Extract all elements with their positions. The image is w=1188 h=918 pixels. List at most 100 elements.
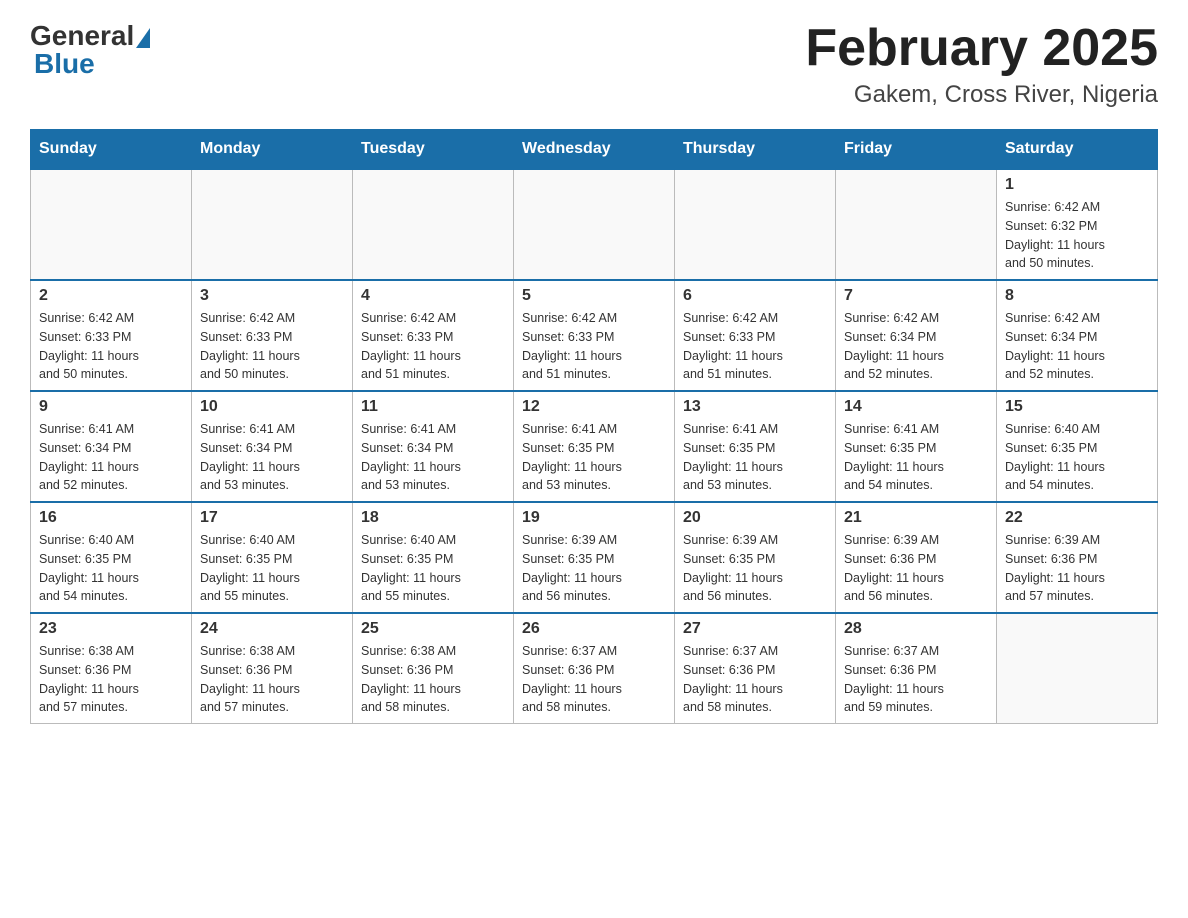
calendar-cell: [675, 169, 836, 280]
day-number: 14: [844, 398, 988, 416]
day-info: Sunrise: 6:38 AM Sunset: 6:36 PM Dayligh…: [39, 642, 183, 717]
calendar-cell: 27Sunrise: 6:37 AM Sunset: 6:36 PM Dayli…: [675, 613, 836, 724]
day-info: Sunrise: 6:39 AM Sunset: 6:35 PM Dayligh…: [683, 531, 827, 606]
weekday-header-tuesday: Tuesday: [353, 130, 514, 170]
day-info: Sunrise: 6:39 AM Sunset: 6:36 PM Dayligh…: [844, 531, 988, 606]
calendar-cell: 5 Sunrise: 6:42 AM Sunset: 6:33 PM Daylig…: [514, 280, 675, 391]
calendar-cell: 20 Sunrise: 6:39 AM Sunset: 6:35 PM Dayli…: [675, 502, 836, 613]
calendar-cell: 24 Sunrise: 6:38 AM Sunset: 6:36 PM Dayli…: [192, 613, 353, 724]
day-info: Sunrise: 6:37 AM Sunset: 6:36 PM Dayligh…: [522, 642, 666, 717]
day-info: Sunrise: 6:38 AM Sunset: 6:36 PM Dayligh…: [361, 642, 505, 717]
calendar-cell: [836, 169, 997, 280]
day-number: 10: [200, 398, 344, 416]
calendar-week-row: 9 Sunrise: 6:41 AM Sunset: 6:34 PM Daylig…: [31, 391, 1158, 502]
day-number: 21: [844, 509, 988, 527]
day-info: Sunrise: 6:37 AM Sunset: 6:36 PM Dayligh…: [844, 642, 988, 717]
calendar-week-row: 1 Sunrise: 6:42 AM Sunset: 6:32 PM Daylig…: [31, 169, 1158, 280]
calendar-cell: 13 Sunrise: 6:41 AM Sunset: 6:35 PM Dayli…: [675, 391, 836, 502]
day-info: Sunrise: 6:40 AM Sunset: 6:35 PM Dayligh…: [200, 531, 344, 606]
day-number: 7: [844, 287, 988, 305]
day-number: 9: [39, 398, 183, 416]
calendar-cell: 17 Sunrise: 6:40 AM Sunset: 6:35 PM Dayli…: [192, 502, 353, 613]
day-number: 2: [39, 287, 183, 305]
calendar-cell: 4Sunrise: 6:42 AM Sunset: 6:33 PM Daylig…: [353, 280, 514, 391]
weekday-header-wednesday: Wednesday: [514, 130, 675, 170]
calendar-cell: 19Sunrise: 6:39 AM Sunset: 6:35 PM Dayli…: [514, 502, 675, 613]
calendar-cell: 18 Sunrise: 6:40 AM Sunset: 6:35 PM Dayli…: [353, 502, 514, 613]
calendar-cell: 16 Sunrise: 6:40 AM Sunset: 6:35 PM Dayli…: [31, 502, 192, 613]
day-info: Sunrise: 6:42 AM Sunset: 6:33 PM Dayligh…: [522, 309, 666, 384]
calendar-cell: 23 Sunrise: 6:38 AM Sunset: 6:36 PM Dayli…: [31, 613, 192, 724]
calendar-cell: 6Sunrise: 6:42 AM Sunset: 6:33 PM Daylig…: [675, 280, 836, 391]
day-number: 4: [361, 287, 505, 305]
day-number: 11: [361, 398, 505, 416]
day-info: Sunrise: 6:41 AM Sunset: 6:34 PM Dayligh…: [39, 420, 183, 495]
day-number: 1: [1005, 176, 1149, 194]
weekday-header-monday: Monday: [192, 130, 353, 170]
day-number: 18: [361, 509, 505, 527]
day-info: Sunrise: 6:42 AM Sunset: 6:34 PM Dayligh…: [1005, 309, 1149, 384]
day-info: Sunrise: 6:42 AM Sunset: 6:32 PM Dayligh…: [1005, 198, 1149, 273]
calendar-cell: 10 Sunrise: 6:41 AM Sunset: 6:34 PM Dayli…: [192, 391, 353, 502]
day-info: Sunrise: 6:40 AM Sunset: 6:35 PM Dayligh…: [361, 531, 505, 606]
calendar-cell: 22 Sunrise: 6:39 AM Sunset: 6:36 PM Dayli…: [997, 502, 1158, 613]
day-info: Sunrise: 6:38 AM Sunset: 6:36 PM Dayligh…: [200, 642, 344, 717]
weekday-header-sunday: Sunday: [31, 130, 192, 170]
day-info: Sunrise: 6:41 AM Sunset: 6:35 PM Dayligh…: [522, 420, 666, 495]
day-info: Sunrise: 6:41 AM Sunset: 6:35 PM Dayligh…: [683, 420, 827, 495]
day-number: 16: [39, 509, 183, 527]
logo-triangle-icon: [136, 28, 150, 48]
day-info: Sunrise: 6:39 AM Sunset: 6:36 PM Dayligh…: [1005, 531, 1149, 606]
day-number: 27: [683, 620, 827, 638]
day-number: 22: [1005, 509, 1149, 527]
day-number: 17: [200, 509, 344, 527]
day-number: 5: [522, 287, 666, 305]
day-info: Sunrise: 6:40 AM Sunset: 6:35 PM Dayligh…: [39, 531, 183, 606]
calendar-cell: [192, 169, 353, 280]
calendar-week-row: 2 Sunrise: 6:42 AM Sunset: 6:33 PM Daylig…: [31, 280, 1158, 391]
day-number: 23: [39, 620, 183, 638]
page-header: General Blue February 2025 Gakem, Cross …: [30, 20, 1158, 109]
calendar-cell: [353, 169, 514, 280]
calendar-table: SundayMondayTuesdayWednesdayThursdayFrid…: [30, 129, 1158, 724]
calendar-cell: 1 Sunrise: 6:42 AM Sunset: 6:32 PM Daylig…: [997, 169, 1158, 280]
calendar-cell: 9 Sunrise: 6:41 AM Sunset: 6:34 PM Daylig…: [31, 391, 192, 502]
day-number: 12: [522, 398, 666, 416]
calendar-cell: [31, 169, 192, 280]
day-info: Sunrise: 6:41 AM Sunset: 6:35 PM Dayligh…: [844, 420, 988, 495]
day-number: 24: [200, 620, 344, 638]
day-number: 13: [683, 398, 827, 416]
calendar-cell: 11Sunrise: 6:41 AM Sunset: 6:34 PM Dayli…: [353, 391, 514, 502]
calendar-cell: 14 Sunrise: 6:41 AM Sunset: 6:35 PM Dayli…: [836, 391, 997, 502]
day-info: Sunrise: 6:41 AM Sunset: 6:34 PM Dayligh…: [200, 420, 344, 495]
calendar-cell: 21 Sunrise: 6:39 AM Sunset: 6:36 PM Dayli…: [836, 502, 997, 613]
day-number: 20: [683, 509, 827, 527]
weekday-header-saturday: Saturday: [997, 130, 1158, 170]
calendar-cell: 15Sunrise: 6:40 AM Sunset: 6:35 PM Dayli…: [997, 391, 1158, 502]
calendar-cell: 12 Sunrise: 6:41 AM Sunset: 6:35 PM Dayli…: [514, 391, 675, 502]
calendar-cell: 28 Sunrise: 6:37 AM Sunset: 6:36 PM Dayli…: [836, 613, 997, 724]
calendar-week-row: 23 Sunrise: 6:38 AM Sunset: 6:36 PM Dayli…: [31, 613, 1158, 724]
calendar-header-row: SundayMondayTuesdayWednesdayThursdayFrid…: [31, 130, 1158, 170]
day-info: Sunrise: 6:42 AM Sunset: 6:34 PM Dayligh…: [844, 309, 988, 384]
calendar-cell: [514, 169, 675, 280]
day-info: Sunrise: 6:42 AM Sunset: 6:33 PM Dayligh…: [200, 309, 344, 384]
calendar-cell: 2 Sunrise: 6:42 AM Sunset: 6:33 PM Daylig…: [31, 280, 192, 391]
day-info: Sunrise: 6:39 AM Sunset: 6:35 PM Dayligh…: [522, 531, 666, 606]
day-info: Sunrise: 6:40 AM Sunset: 6:35 PM Dayligh…: [1005, 420, 1149, 495]
day-number: 3: [200, 287, 344, 305]
day-info: Sunrise: 6:42 AM Sunset: 6:33 PM Dayligh…: [39, 309, 183, 384]
page-title: February 2025: [805, 20, 1158, 77]
calendar-cell: 7 Sunrise: 6:42 AM Sunset: 6:34 PM Daylig…: [836, 280, 997, 391]
day-number: 25: [361, 620, 505, 638]
calendar-cell: 25 Sunrise: 6:38 AM Sunset: 6:36 PM Dayli…: [353, 613, 514, 724]
calendar-cell: [997, 613, 1158, 724]
page-subtitle: Gakem, Cross River, Nigeria: [805, 81, 1158, 109]
calendar-cell: 26 Sunrise: 6:37 AM Sunset: 6:36 PM Dayli…: [514, 613, 675, 724]
day-number: 28: [844, 620, 988, 638]
day-info: Sunrise: 6:42 AM Sunset: 6:33 PM Dayligh…: [683, 309, 827, 384]
day-number: 26: [522, 620, 666, 638]
calendar-cell: 8Sunrise: 6:42 AM Sunset: 6:34 PM Daylig…: [997, 280, 1158, 391]
calendar-cell: 3 Sunrise: 6:42 AM Sunset: 6:33 PM Daylig…: [192, 280, 353, 391]
logo-blue-text: Blue: [34, 48, 95, 80]
